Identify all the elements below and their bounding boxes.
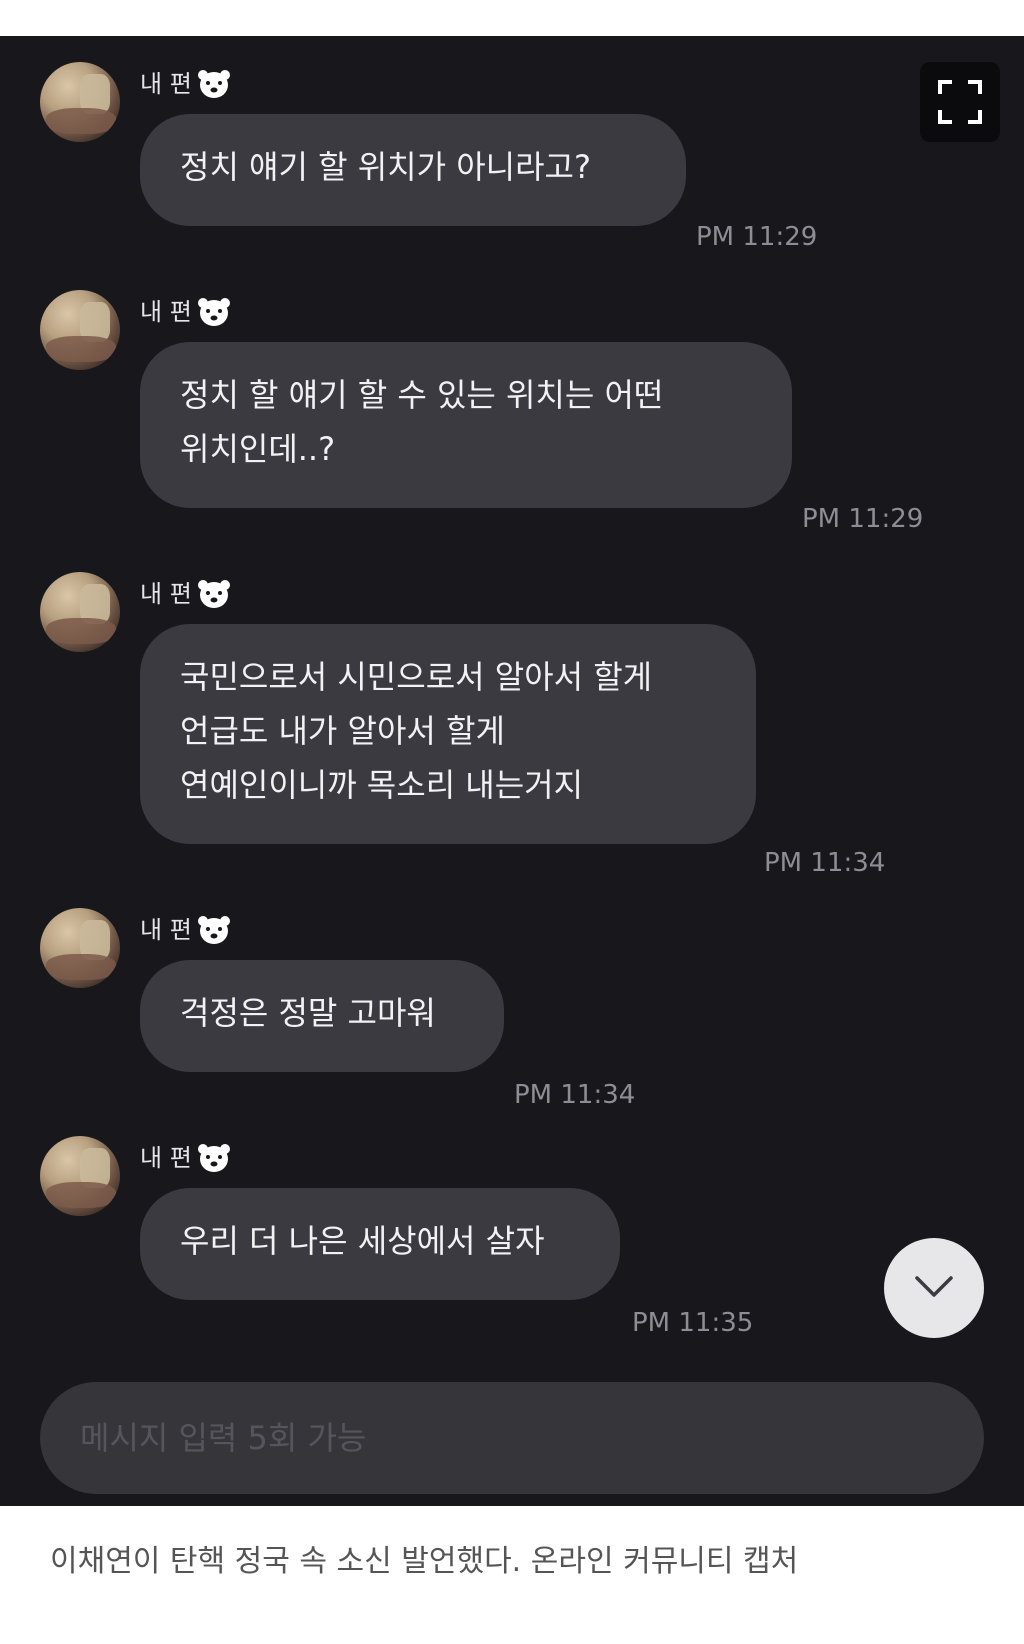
message-time: PM 11:29: [802, 504, 924, 534]
sender-name: 내 편: [140, 298, 192, 326]
chevron-down-icon: [915, 1276, 953, 1297]
message-bubble: 국민으로서 시민으로서 알아서 할게 언급도 내가 알아서 할게 연예인이니까 …: [140, 624, 756, 844]
polar-bear-icon: [197, 916, 230, 944]
message-time: PM 11:35: [632, 1308, 754, 1338]
message-input[interactable]: 메시지 입력 5회 가능: [40, 1382, 984, 1494]
chat-screenshot: 내 편 정치 얘기 할 위치가 아니라고? PM 11:29 내 편 정치 할 …: [0, 36, 1024, 1506]
polar-bear-icon: [197, 1144, 230, 1172]
avatar[interactable]: [40, 290, 120, 370]
sender-name: 내 편: [140, 916, 192, 944]
sender-name: 내 편: [140, 1144, 192, 1172]
fullscreen-button[interactable]: [920, 62, 1000, 142]
sender-name: 내 편: [140, 580, 192, 608]
message-bubble: 정치 할 얘기 할 수 있는 위치는 어떤 위치인데..?: [140, 342, 792, 508]
message-time: PM 11:34: [764, 848, 886, 878]
article-figure: 내 편 정치 얘기 할 위치가 아니라고? PM 11:29 내 편 정치 할 …: [0, 0, 1024, 1644]
scroll-to-bottom-button[interactable]: [884, 1238, 984, 1338]
avatar[interactable]: [40, 572, 120, 652]
message-input-placeholder: 메시지 입력 5회 가능: [80, 1419, 367, 1457]
avatar[interactable]: [40, 1136, 120, 1216]
polar-bear-icon: [197, 580, 230, 608]
message-time: PM 11:29: [696, 222, 818, 252]
polar-bear-icon: [197, 70, 230, 98]
message-bubble: 우리 더 나은 세상에서 살자: [140, 1188, 620, 1300]
avatar[interactable]: [40, 908, 120, 988]
polar-bear-icon: [197, 298, 230, 326]
message-bubble: 걱정은 정말 고마워: [140, 960, 504, 1072]
image-caption: 이채연이 탄핵 정국 속 소신 발언했다. 온라인 커뮤니티 캡처: [50, 1544, 799, 1579]
message-bubble: 정치 얘기 할 위치가 아니라고?: [140, 114, 686, 226]
message-time: PM 11:34: [514, 1080, 636, 1110]
sender-name: 내 편: [140, 70, 192, 98]
avatar[interactable]: [40, 62, 120, 142]
fullscreen-icon: [938, 80, 982, 124]
